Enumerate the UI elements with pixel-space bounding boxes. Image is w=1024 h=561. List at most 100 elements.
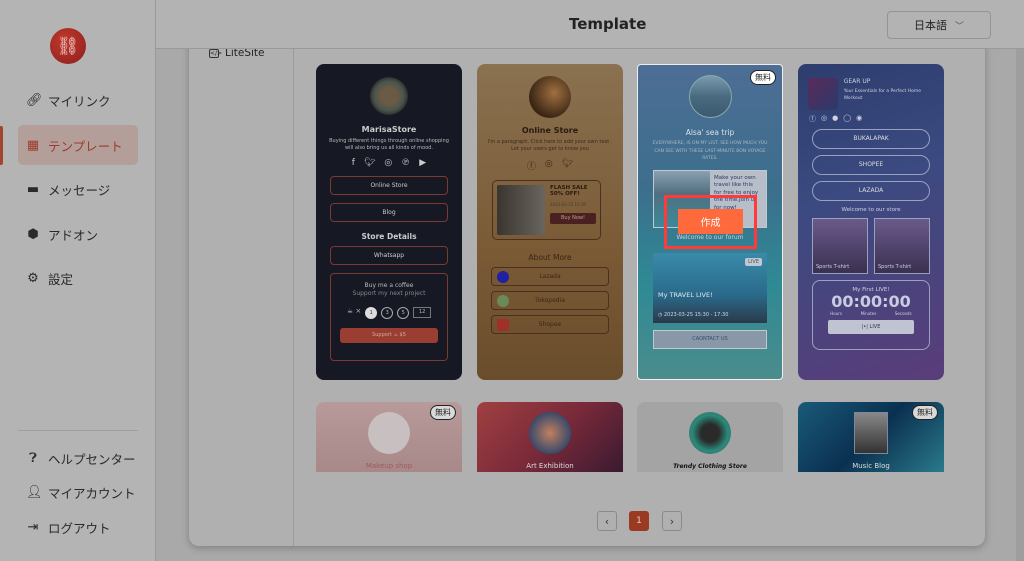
template-card-makeup-shop[interactable]: 無料 Makeup shop bbox=[316, 402, 462, 472]
tokopedia-icon bbox=[497, 295, 509, 307]
gear-icon: ⚙ bbox=[27, 270, 39, 286]
next-page-button[interactable]: › bbox=[662, 511, 682, 531]
link-button: BUKALAPAK bbox=[812, 129, 930, 149]
divider bbox=[293, 48, 294, 546]
scrollbar[interactable] bbox=[1016, 49, 1024, 561]
card-title: Makeup shop bbox=[365, 462, 413, 470]
free-badge: 無料 bbox=[430, 405, 456, 420]
avatar bbox=[368, 412, 410, 454]
sidebar-item-label: テンプレート bbox=[48, 138, 123, 154]
coffee-icon: ☕ × bbox=[346, 307, 362, 315]
free-badge: 無料 bbox=[750, 70, 776, 85]
pinterest-icon: ℗ bbox=[401, 158, 411, 168]
lazada-icon bbox=[497, 271, 509, 283]
sidebar-item-label: ヘルプセンター bbox=[48, 451, 136, 467]
template-card-marisastore[interactable]: MarisaStore Buying different things thro… bbox=[316, 64, 462, 380]
section-title: About More bbox=[528, 253, 572, 262]
section-title: Store Details bbox=[361, 232, 417, 241]
link-button: Whatsapp bbox=[330, 246, 448, 265]
messenger-icon: ◉ bbox=[856, 114, 863, 122]
addon-icon: ⬢ bbox=[27, 226, 39, 242]
link-button: Shopee bbox=[491, 315, 609, 334]
card-title: Music Blog bbox=[852, 462, 890, 470]
sidebar-item-message[interactable]: ▬ メッセージ bbox=[18, 169, 138, 209]
countdown-timer: 00:00:00 bbox=[831, 292, 911, 311]
sale-title: FLASH SALE 50% OFF! bbox=[550, 185, 588, 197]
sidebar-item-label: 設定 bbox=[48, 271, 74, 287]
card-title: Trendy Clothing Store bbox=[673, 463, 747, 470]
sidebar-item-logout[interactable]: ⇥ ログアウト bbox=[18, 507, 138, 547]
page-1-button[interactable]: 1 bbox=[629, 511, 649, 531]
link-button: Lazada bbox=[491, 267, 609, 286]
language-value: 日本語 bbox=[913, 19, 947, 32]
avatar bbox=[854, 412, 888, 454]
live-box: LIVE My TRAVEL LIVE! ◷ 2023-03-25 15:30 … bbox=[653, 252, 767, 323]
live-badge: LIVE bbox=[745, 257, 762, 266]
help-icon: ❓︎ bbox=[29, 450, 37, 466]
template-card-online-store[interactable]: Online Store I'm a paragraph. Click here… bbox=[477, 64, 623, 380]
avatar bbox=[370, 77, 408, 115]
sidebar-item-mylink[interactable]: 🔗︎ マイリンク bbox=[18, 80, 138, 120]
social-icons: ⓕ ◎ ● ◯ ◉ bbox=[798, 114, 944, 124]
sale-date: 2023-03-25 15:30 bbox=[550, 202, 587, 207]
template-card-gear-up[interactable]: GEAR UP Your Essentials for a Perfect Hom… bbox=[798, 64, 944, 380]
social-icons: ⓕ ◎ 🐦︎ bbox=[477, 159, 623, 172]
qty-input: 12 bbox=[413, 307, 432, 318]
card-title: Online Store bbox=[521, 126, 579, 135]
shopee-icon bbox=[497, 319, 509, 331]
link-button: Online Store bbox=[330, 176, 448, 195]
sale-image bbox=[497, 185, 545, 235]
coffee-box: Buy me a coffee Support my next project … bbox=[330, 273, 448, 361]
avatar bbox=[808, 78, 838, 110]
twitter-icon: 🐦︎ bbox=[363, 158, 376, 168]
free-badge: 無料 bbox=[912, 405, 938, 420]
header: Template 日本語 ﹀ bbox=[156, 0, 1024, 49]
qty-option: 1 bbox=[365, 307, 378, 319]
coffee-title: Buy me a coffee bbox=[364, 282, 414, 289]
profile-header: GEAR UP Your Essentials for a Perfect Hom… bbox=[798, 64, 944, 110]
app-logo[interactable]: ⛓ bbox=[50, 28, 86, 64]
template-card-trendy-clothing[interactable]: Trendy Clothing Store bbox=[637, 402, 783, 472]
sidebar-item-label: マイアカウント bbox=[48, 485, 136, 501]
twitter-icon: 🐦︎ bbox=[561, 159, 574, 169]
card-title: Alsa' sea trip bbox=[685, 128, 735, 137]
coffee-subtitle: Support my next project bbox=[352, 290, 426, 297]
twitter-icon: ● bbox=[832, 114, 839, 122]
create-button[interactable]: 作成 bbox=[678, 209, 743, 234]
avatar bbox=[529, 76, 571, 118]
facebook-icon: ⓕ bbox=[526, 162, 536, 172]
live-box: My First LIVE! 00:00:00 Hours Minutes Seco… bbox=[812, 280, 930, 350]
chevron-down-icon: ﹀ bbox=[954, 21, 964, 32]
contact-button: CAONTACT US bbox=[653, 329, 767, 349]
sidebar-item-template[interactable]: ▦ テンプレート bbox=[18, 125, 138, 165]
sidebar: ⛓ 🔗︎ マイリンク ▦ テンプレート ▬ メッセージ ⬢ アドオン ⚙ 設定 ❓︎ ヘルプ… bbox=[0, 0, 156, 561]
sidebar-item-label: メッセージ bbox=[48, 182, 111, 198]
link-button: Blog bbox=[330, 203, 448, 222]
language-select[interactable]: 日本語 ﹀ bbox=[887, 11, 991, 39]
sidebar-item-addon[interactable]: ⬢ アドオン bbox=[18, 214, 138, 254]
card-desc: EVERYWHERE, IS ON MY LIST. SEE HOW MUCH … bbox=[652, 141, 768, 161]
shop-icon: ◯ bbox=[843, 114, 852, 122]
instagram-icon: ◎ bbox=[821, 114, 828, 122]
sidebar-item-label: アドオン bbox=[48, 227, 99, 243]
link-icon: 🔗︎ bbox=[26, 92, 43, 108]
avatar bbox=[688, 75, 732, 118]
active-indicator bbox=[0, 126, 3, 165]
live-time: 2023-03-25 15:30 - 17:30 bbox=[663, 311, 729, 318]
template-card-art-exhibition[interactable]: Art Exhibition bbox=[477, 402, 623, 472]
product-card: Sports T-shirt bbox=[812, 218, 868, 274]
prev-page-button[interactable]: ‹ bbox=[597, 511, 617, 531]
page-title: Template bbox=[569, 15, 647, 33]
template-card-music-blog[interactable]: 無料 Music Blog bbox=[798, 402, 944, 472]
card-title: GEAR UP bbox=[843, 78, 871, 85]
avatar bbox=[689, 412, 731, 454]
link-button: Tokopedia bbox=[491, 291, 609, 310]
product-grid: Sports T-shirt Sports T-shirt bbox=[812, 218, 930, 274]
sidebar-item-settings[interactable]: ⚙ 設定 bbox=[18, 258, 138, 298]
sidebar-item-account[interactable]: 👤︎ マイアカウント bbox=[18, 472, 138, 512]
qty-option: 5 bbox=[397, 307, 410, 319]
welcome-label: Welcome to our store bbox=[841, 207, 901, 213]
logout-icon: ⇥ bbox=[27, 519, 39, 535]
social-icons: f 🐦︎ ◎ ℗ ▶ bbox=[316, 158, 462, 168]
facebook-icon: ⓕ bbox=[809, 115, 816, 123]
